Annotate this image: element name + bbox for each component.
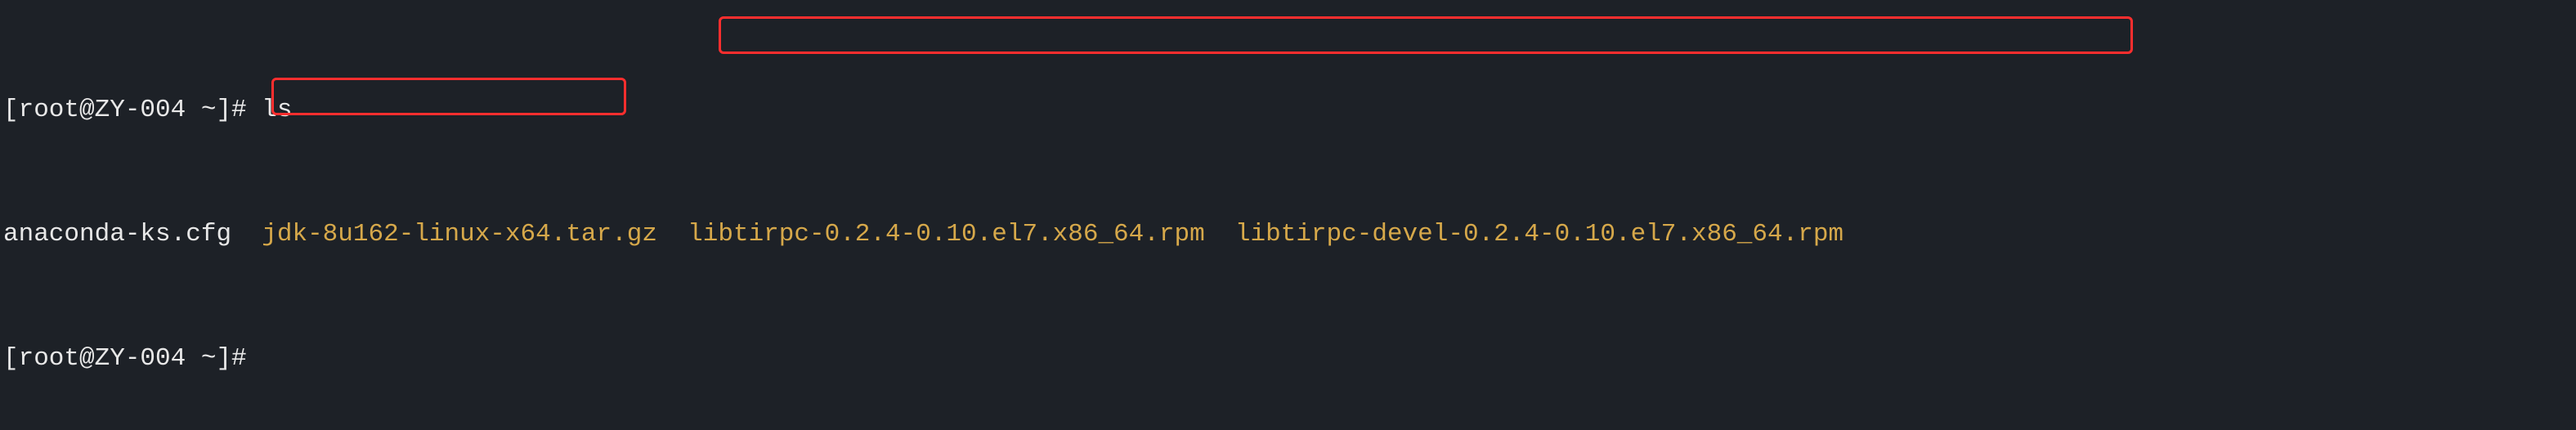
terminal-line: anaconda-ks.cfg jdk-8u162-linux-x64.tar.… [3, 219, 2576, 250]
spacer [657, 220, 688, 249]
terminal-output[interactable]: [root@ZY-004 ~]# ls anaconda-ks.cfg jdk-… [0, 0, 2576, 430]
highlight-box-rpm-files [719, 16, 2133, 54]
shell-prompt: [root@ZY-004 ~]# [3, 96, 262, 124]
file-name: libtirpc-0.2.4-0.10.el7.x86_64.rpm [688, 220, 1205, 249]
spacer [1205, 220, 1235, 249]
shell-prompt: [root@ZY-004 ~]# [3, 344, 247, 373]
file-name: anaconda-ks.cfg [3, 220, 231, 249]
file-name: jdk-8u162-linux-x64.tar.gz [262, 220, 657, 249]
file-name: libtirpc-devel-0.2.4-0.10.el7.x86_64.rpm [1235, 220, 1844, 249]
terminal-line: [root@ZY-004 ~]# ls [3, 95, 2576, 126]
command-text: ls [262, 96, 292, 124]
terminal-line: [root@ZY-004 ~]# [3, 343, 2576, 374]
spacer [231, 220, 262, 249]
